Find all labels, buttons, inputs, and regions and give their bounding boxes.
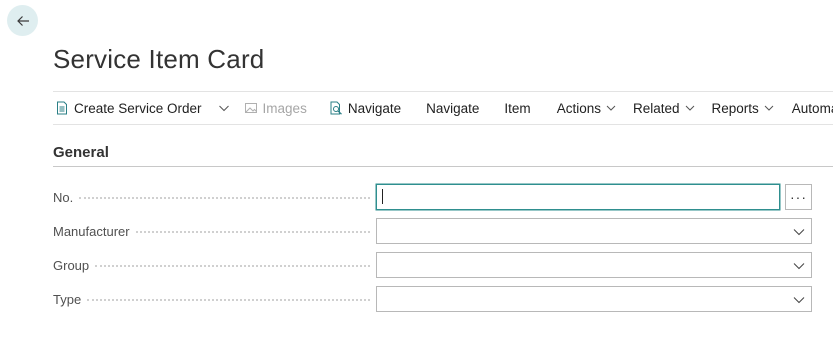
- field-label-type: Type: [53, 292, 376, 307]
- type-dropdown[interactable]: [376, 286, 812, 312]
- image-icon: [244, 101, 258, 115]
- field-row-type: Type: [53, 286, 813, 312]
- back-button[interactable]: [7, 5, 38, 36]
- manufacturer-dropdown[interactable]: [376, 218, 812, 244]
- section-divider: [53, 166, 833, 167]
- chevron-down-icon: [764, 103, 774, 113]
- navigate-menu[interactable]: Navigate: [426, 92, 504, 124]
- field-label-group: Group: [53, 258, 376, 273]
- page-title: Service Item Card: [53, 44, 265, 74]
- no-input[interactable]: [376, 184, 780, 210]
- navigate-label: Navigate: [347, 100, 402, 116]
- images-button[interactable]: Images: [244, 92, 329, 124]
- field-label-manufacturer: Manufacturer: [53, 224, 376, 239]
- leader-dots: [135, 231, 370, 233]
- automate-menu-label: Automate: [791, 100, 833, 116]
- reports-menu[interactable]: Reports: [712, 92, 792, 124]
- service-item-card-page: Service Item Card Create Service Order I…: [0, 0, 833, 347]
- chevron-down-icon: [793, 297, 805, 304]
- images-label: Images: [262, 100, 307, 116]
- item-menu[interactable]: Item: [504, 92, 544, 124]
- reports-menu-label: Reports: [711, 100, 759, 116]
- create-service-order-button[interactable]: Create Service Order: [53, 92, 211, 124]
- find-entries-icon: [329, 101, 343, 115]
- automate-menu[interactable]: Automate: [792, 92, 833, 124]
- group-dropdown[interactable]: [376, 252, 812, 278]
- document-icon: [55, 101, 69, 115]
- chevron-down-icon: [793, 229, 805, 236]
- related-menu-label: Related: [632, 100, 680, 116]
- leader-dots: [79, 197, 370, 199]
- actions-menu-label: Actions: [556, 100, 601, 116]
- more-options-dropdown[interactable]: [211, 92, 244, 124]
- navigate-menu-label: Navigate: [426, 100, 480, 116]
- item-menu-label: Item: [504, 100, 531, 116]
- ellipsis-icon: ···: [790, 189, 807, 205]
- lookup-button[interactable]: ···: [785, 184, 812, 210]
- chevron-down-icon: [606, 103, 616, 113]
- field-row-manufacturer: Manufacturer: [53, 218, 813, 244]
- related-menu[interactable]: Related: [633, 92, 712, 124]
- chevron-down-icon: [685, 103, 695, 113]
- leader-dots: [95, 265, 370, 267]
- field-row-no: No. ···: [53, 184, 813, 210]
- chevron-down-icon: [218, 102, 230, 114]
- arrow-left-icon: [16, 15, 29, 26]
- actions-menu[interactable]: Actions: [545, 92, 633, 124]
- chevron-down-icon: [793, 263, 805, 270]
- action-bar: Create Service Order Images Navigate Nav…: [53, 91, 833, 125]
- field-label-no: No.: [53, 190, 376, 205]
- field-row-group: Group: [53, 252, 813, 278]
- section-title-general: General: [53, 144, 109, 161]
- text-caret: [382, 189, 383, 204]
- navigate-button[interactable]: Navigate: [329, 92, 426, 124]
- leader-dots: [87, 299, 370, 301]
- create-service-order-label: Create Service Order: [74, 100, 202, 116]
